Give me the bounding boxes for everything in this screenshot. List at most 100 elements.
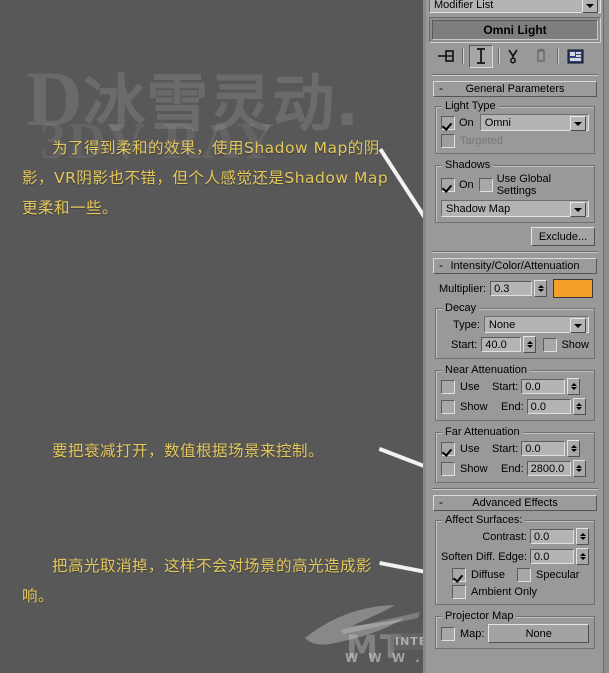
modifier-stack[interactable]: Omni Light bbox=[429, 17, 601, 43]
annotation-specular-note: 把高光取消掉，这样不会对场景的高光造成影响。 bbox=[22, 557, 373, 605]
targeted-checkbox bbox=[441, 134, 455, 148]
light-on-checkbox[interactable] bbox=[441, 115, 455, 130]
group-light-type: Light Type On Omni Targeted bbox=[435, 100, 595, 154]
panel-divider bbox=[432, 251, 598, 253]
rollout-title-label: Intensity/Color/Attenuation bbox=[450, 260, 580, 272]
near-use-checkbox[interactable] bbox=[441, 379, 455, 394]
near-start-label: Start: bbox=[492, 380, 519, 393]
far-end-field[interactable]: 2800.0 bbox=[526, 461, 571, 476]
chevron-down-icon[interactable] bbox=[570, 116, 586, 131]
far-end-spinner[interactable] bbox=[572, 460, 586, 477]
show-end-result-icon[interactable] bbox=[469, 44, 493, 68]
remove-modifier-icon[interactable] bbox=[530, 45, 552, 67]
light-color-swatch[interactable] bbox=[553, 279, 593, 298]
group-light-type-label: Light Type bbox=[442, 100, 499, 112]
rollout-intensity-color-attenuation[interactable]: - Intensity/Color/Attenuation bbox=[433, 258, 597, 274]
group-near-attenuation-label: Near Attenuation bbox=[442, 364, 530, 376]
far-use-label: Use bbox=[460, 442, 480, 455]
projector-map-label: Map: bbox=[460, 627, 485, 640]
far-show-label: Show bbox=[460, 462, 488, 475]
group-far-attenuation: Far Attenuation Use Start: 0.0 Show End:… bbox=[435, 426, 595, 483]
light-type-value: Omni bbox=[484, 116, 511, 129]
light-type-on-row: On Omni bbox=[441, 114, 589, 131]
projector-map-checkbox[interactable] bbox=[441, 626, 455, 641]
shadows-on-checkbox[interactable] bbox=[441, 178, 455, 192]
near-end-field[interactable]: 0.0 bbox=[526, 399, 571, 414]
shadows-on-row: On Use Global Settings bbox=[441, 173, 589, 197]
far-show-checkbox[interactable] bbox=[441, 461, 455, 476]
light-on-label: On bbox=[459, 116, 474, 129]
exclude-button[interactable]: Exclude... bbox=[531, 227, 595, 246]
chevron-down-icon[interactable] bbox=[570, 202, 586, 217]
group-shadows-label: Shadows bbox=[442, 159, 494, 171]
exclude-row: Exclude... bbox=[435, 227, 595, 246]
ambient-only-label: Ambient Only bbox=[471, 586, 538, 598]
rollout-title-label: Advanced Effects bbox=[472, 497, 558, 509]
targeted-row: Targeted bbox=[441, 134, 589, 148]
group-near-attenuation: Near Attenuation Use Start: 0.0 Show End… bbox=[435, 364, 595, 421]
configure-modifier-sets-icon[interactable] bbox=[564, 45, 586, 67]
far-start-spinner[interactable] bbox=[567, 440, 581, 457]
chevron-down-icon[interactable] bbox=[570, 318, 586, 333]
specular-checkbox[interactable] bbox=[517, 568, 532, 582]
far-end-label: End: bbox=[501, 462, 524, 475]
soften-diff-edge-label: Soften Diff. Edge: bbox=[441, 550, 528, 563]
near-show-label: Show bbox=[460, 400, 488, 413]
diffuse-label: Diffuse bbox=[471, 569, 506, 581]
rollout-general-parameters[interactable]: - General Parameters bbox=[433, 81, 597, 97]
decay-show-checkbox[interactable] bbox=[543, 337, 558, 352]
ambient-only-row: Ambient Only bbox=[441, 585, 589, 599]
decay-start-spinner[interactable] bbox=[523, 336, 537, 353]
diffuse-checkbox[interactable] bbox=[452, 568, 466, 582]
rollout-collapse-icon[interactable]: - bbox=[439, 82, 443, 95]
modifier-list-dropdown[interactable]: Modifier List bbox=[429, 0, 601, 13]
group-projector-map-label: Projector Map bbox=[442, 610, 517, 622]
group-decay: Decay Type: None Start: 40.0 Show bbox=[435, 302, 595, 359]
panel-divider bbox=[432, 488, 598, 490]
decay-type-dropdown[interactable]: None bbox=[483, 316, 589, 333]
decay-start-field[interactable]: 40.0 bbox=[481, 337, 522, 352]
soften-diff-edge-row: Soften Diff. Edge: 0.0 bbox=[441, 548, 589, 565]
near-show-checkbox[interactable] bbox=[441, 399, 455, 414]
contrast-spinner[interactable] bbox=[576, 528, 589, 545]
projector-map-button[interactable]: None bbox=[488, 624, 589, 643]
decay-type-label: Type: bbox=[453, 318, 480, 331]
light-type-dropdown[interactable]: Omni bbox=[479, 114, 589, 131]
near-start-spinner[interactable] bbox=[567, 378, 581, 395]
contrast-row: Contrast: 0.0 bbox=[441, 528, 589, 545]
modifier-list-label: Modifier List bbox=[434, 0, 494, 11]
multiplier-field[interactable]: 0.3 bbox=[490, 281, 532, 296]
diffuse-specular-row: Diffuse Specular bbox=[441, 568, 589, 582]
soften-diff-edge-field[interactable]: 0.0 bbox=[530, 549, 574, 564]
ambient-only-checkbox[interactable] bbox=[452, 585, 466, 599]
chevron-down-icon[interactable] bbox=[582, 0, 598, 13]
decay-start-label: Start: bbox=[451, 338, 478, 351]
rollout-advanced-effects[interactable]: - Advanced Effects bbox=[433, 495, 597, 511]
annotation-shadow-note: 为了得到柔和的效果，使用Shadow Map的阴影，VR阴影也不错，但个人感觉还… bbox=[22, 139, 389, 217]
contrast-label: Contrast: bbox=[482, 530, 527, 543]
far-show-row: Show End: 2800.0 bbox=[441, 460, 589, 477]
group-affect-surfaces-label: Affect Surfaces: bbox=[442, 514, 526, 526]
shadow-type-dropdown[interactable]: Shadow Map bbox=[441, 200, 589, 217]
group-shadows: Shadows On Use Global Settings Shadow Ma… bbox=[435, 159, 595, 223]
near-end-spinner[interactable] bbox=[572, 398, 586, 415]
contrast-field[interactable]: 0.0 bbox=[530, 529, 574, 544]
modifier-stack-entry[interactable]: Omni Light bbox=[432, 20, 598, 40]
near-start-field[interactable]: 0.0 bbox=[521, 379, 566, 394]
rollout-collapse-icon[interactable]: - bbox=[439, 496, 443, 509]
decay-type-row: Type: None bbox=[441, 316, 589, 333]
annotation-attenuation-note: 要把衰减打开，数值根据场景来控制。 bbox=[52, 442, 325, 460]
modifier-stack-toolbar bbox=[429, 43, 601, 69]
group-decay-label: Decay bbox=[442, 302, 480, 314]
multiplier-spinner[interactable] bbox=[534, 280, 547, 297]
pin-stack-icon[interactable] bbox=[435, 45, 457, 67]
far-use-checkbox[interactable] bbox=[441, 441, 455, 456]
use-global-settings-checkbox[interactable] bbox=[478, 178, 493, 192]
near-use-label: Use bbox=[460, 380, 480, 393]
rollout-collapse-icon[interactable]: - bbox=[439, 259, 443, 272]
multiplier-row: Multiplier: 0.3 bbox=[439, 279, 593, 298]
far-start-field[interactable]: 0.0 bbox=[521, 441, 566, 456]
soften-diff-edge-spinner[interactable] bbox=[576, 548, 589, 565]
shadows-on-label: On bbox=[459, 179, 474, 191]
make-unique-icon[interactable] bbox=[505, 45, 527, 67]
